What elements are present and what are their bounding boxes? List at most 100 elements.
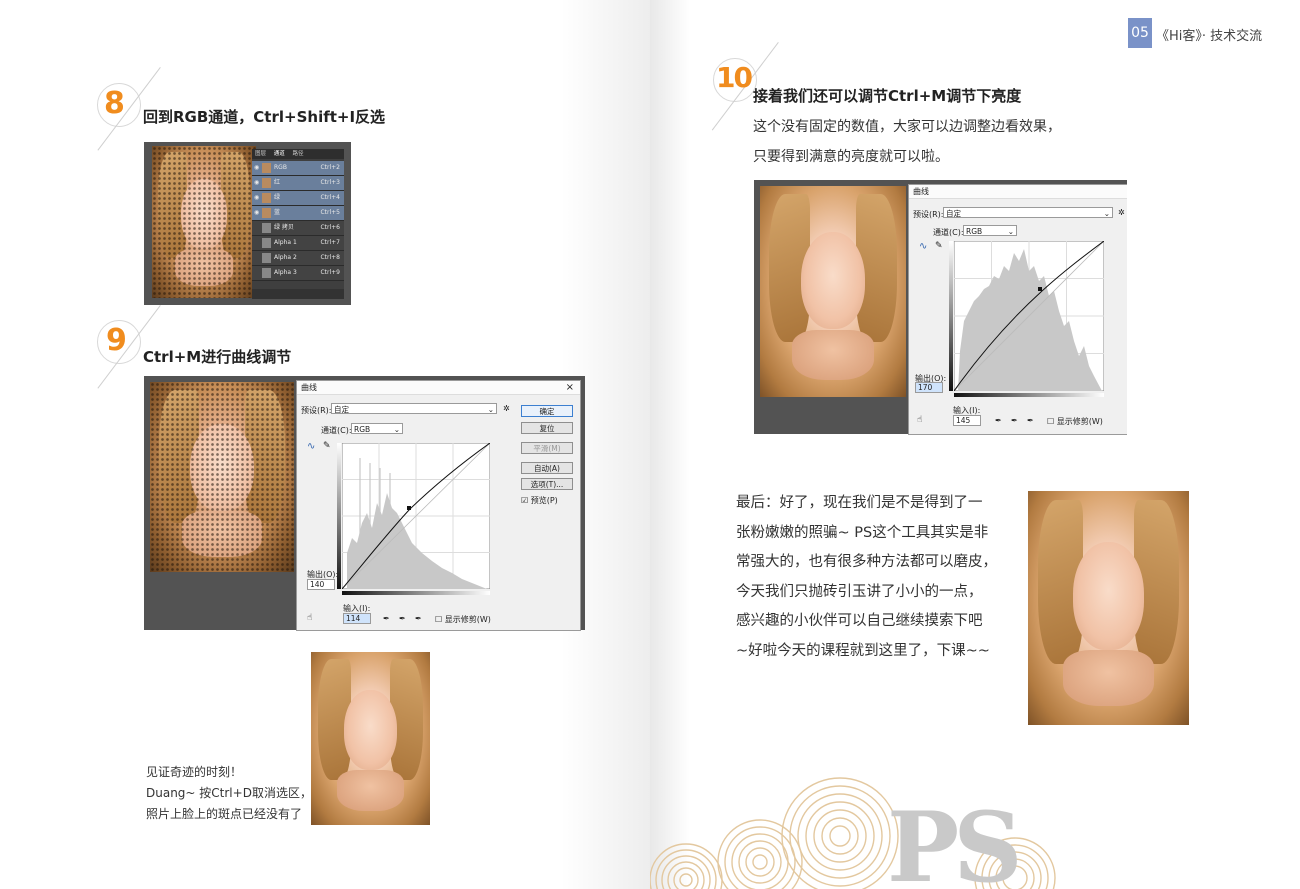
channel-row[interactable]: 绿 拷贝 Ctrl+6 (252, 221, 344, 236)
magazine-title: 《Hi客》· 技术交流 (1156, 29, 1263, 44)
chevron-down-icon: ⌄ (1007, 227, 1014, 236)
curves-dialog-2-title: 曲线 (913, 187, 929, 196)
smooth-button[interactable]: 平滑(M) (521, 442, 573, 454)
ps-logo: PS (887, 791, 1022, 889)
hand-tool-icon-2[interactable]: ☝ (917, 415, 922, 425)
pencil-icon-2[interactable]: ✎ (935, 241, 943, 251)
step-8-number: 8 (104, 86, 125, 121)
final-line-1: 最后：好了，现在我们是不是得到了一 (736, 495, 983, 511)
step-8-screenshot: 图层 通道 路径 ◉ RGB Ctrl+2 ◉ 红 Ctrl+3 ◉ 绿 Ctrl+4 ◉ 蓝 Ctr… (144, 142, 351, 305)
curve-graph[interactable] (342, 443, 490, 589)
eye-icon[interactable]: ◉ (254, 206, 259, 220)
curve-graph-2[interactable] (954, 241, 1104, 391)
channel-row[interactable]: Alpha 1 Ctrl+7 (252, 236, 344, 251)
halftone-photo (152, 146, 256, 298)
input-field-2[interactable]: 145 (953, 415, 981, 426)
tab-channels[interactable]: 通道 (274, 151, 285, 157)
caption-line-1: 见证奇迹的时刻！ (146, 765, 243, 779)
channel-row[interactable]: Alpha 3 Ctrl+9 (252, 266, 344, 281)
channel-select[interactable]: RGB ⌄ (351, 423, 403, 434)
final-line-4: 今天我们只抛砖引玉讲了小小的一点， (736, 583, 983, 600)
channel-name: Alpha 2 (274, 254, 297, 261)
channel-thumbnail (262, 238, 271, 248)
curves-dialog-2-titlebar: 曲线 (909, 185, 1127, 199)
input-gradient-bar-2 (954, 393, 1104, 397)
miracle-caption: 见证奇迹的时刻！ Duang~ 按Ctrl+D取消选区， 照片上脸上的斑点已经没… (146, 762, 312, 825)
output-gradient-bar (337, 443, 341, 589)
curves-dialog-title: 曲线 (301, 383, 317, 392)
output-field-2[interactable]: 170 (915, 382, 943, 393)
channel-name: 蓝 (274, 209, 281, 216)
eyedropper-gray-icon-2[interactable]: ✒ (1011, 416, 1018, 425)
eyedropper-black-icon[interactable]: ✒ (383, 614, 390, 623)
preview-checkbox[interactable]: ☑ 预览(P) (521, 495, 558, 506)
channel-shortcut: Ctrl+6 (320, 224, 340, 231)
step-9-number: 9 (106, 323, 127, 358)
channel-label: 通道(C): (321, 426, 352, 435)
page-number-badge: 05 (1128, 18, 1152, 48)
channel-row[interactable]: ◉ 蓝 Ctrl+5 (252, 206, 344, 221)
channels-footer (252, 289, 344, 299)
eyedropper-white-icon-2[interactable]: ✒ (1027, 416, 1034, 425)
input-field[interactable]: 114 (343, 613, 371, 624)
channel-shortcut: Ctrl+9 (320, 269, 340, 276)
eyedropper-black-icon-2[interactable]: ✒ (995, 416, 1002, 425)
channel-shortcut: Ctrl+2 (320, 164, 340, 171)
curve-point (407, 506, 411, 510)
left-page: 8 回到RGB通道，Ctrl+Shift+I反选 图层 通道 路径 ◉ RGB Ct… (0, 0, 650, 889)
channel-thumbnail (262, 193, 271, 203)
channel-label-2: 通道(C): (933, 228, 964, 237)
eyedropper-gray-icon[interactable]: ✒ (399, 614, 406, 623)
show-clipping-checkbox[interactable]: ☐ 显示修剪(W) (435, 614, 491, 625)
channel-name: RGB (274, 164, 287, 171)
tab-paths[interactable]: 路径 (293, 151, 304, 157)
channel-row[interactable]: ◉ 红 Ctrl+3 (252, 176, 344, 191)
step-10-number: 10 (716, 61, 753, 94)
channel-name: 红 (274, 179, 281, 186)
eyedropper-white-icon[interactable]: ✒ (415, 614, 422, 623)
eye-icon[interactable]: ◉ (254, 191, 259, 205)
channels-panel: 图层 通道 路径 ◉ RGB Ctrl+2 ◉ 红 Ctrl+3 ◉ 绿 Ctrl+4 ◉ 蓝 Ctr… (252, 149, 344, 299)
preset-select-2[interactable]: 自定 ⌄ (943, 207, 1113, 218)
preset-gear-icon-2[interactable]: ✲ (1118, 208, 1125, 217)
result-photo-right (1028, 491, 1189, 725)
eye-icon[interactable]: ◉ (254, 176, 259, 190)
pencil-icon[interactable]: ✎ (323, 441, 331, 451)
options-button[interactable]: 选项(T)... (521, 478, 573, 490)
final-line-2: 张粉嫩嫩的照骗~ PS这个工具其实是非 (736, 524, 989, 541)
channel-shortcut: Ctrl+3 (320, 179, 340, 186)
chevron-down-icon: ⌄ (1103, 209, 1110, 218)
tab-layers[interactable]: 图层 (255, 151, 266, 157)
curve-tool-icon[interactable]: ∿ (307, 441, 315, 452)
curves-dialog-2: 曲线 预设(R): 自定 ⌄ ✲ 通道(C): RGB ⌄ ∿ ✎ 输出(O):… (908, 184, 1127, 435)
channel-select-2[interactable]: RGB ⌄ (963, 225, 1017, 236)
show-clipping-checkbox-2[interactable]: ☐ 显示修剪(W) (1047, 416, 1103, 427)
channel-name: Alpha 1 (274, 239, 297, 246)
channel-thumbnail (262, 208, 271, 218)
curve-point-2 (1038, 287, 1042, 291)
channel-thumbnail (262, 268, 271, 278)
auto-button[interactable]: 自动(A) (521, 462, 573, 474)
eye-icon[interactable]: ◉ (254, 161, 259, 175)
halftone-photo-2 (150, 382, 294, 572)
preset-select[interactable]: 自定 ⌄ (331, 403, 497, 414)
output-field[interactable]: 140 (307, 579, 335, 590)
channel-shortcut: Ctrl+8 (320, 254, 340, 261)
close-icon[interactable]: × (566, 381, 574, 395)
step-10-line-1: 这个没有固定的数值，大家可以边调整边看效果， (753, 119, 1061, 135)
ok-button[interactable]: 确定 (521, 405, 573, 417)
curves-dialog: 曲线 × 预设(R): 自定 ⌄ ✲ 通道(C): RGB ⌄ ∿ ✎ 输出(O… (296, 380, 581, 631)
input-gradient-bar (342, 591, 490, 595)
preset-gear-icon[interactable]: ✲ (503, 404, 510, 413)
hand-tool-icon[interactable]: ☝ (307, 613, 312, 623)
step-10-screenshot: 曲线 预设(R): 自定 ⌄ ✲ 通道(C): RGB ⌄ ∿ ✎ 输出(O):… (754, 180, 1127, 435)
channel-name: 绿 拷贝 (274, 224, 294, 231)
channel-row[interactable]: ◉ 绿 Ctrl+4 (252, 191, 344, 206)
curve-tool-icon-2[interactable]: ∿ (919, 241, 927, 252)
right-page: 05 《Hi客》· 技术交流 10 接着我们还可以调节Ctrl+M调节下亮度 这… (650, 0, 1300, 889)
brightened-photo (760, 186, 906, 397)
reset-button[interactable]: 复位 (521, 422, 573, 434)
channel-row[interactable]: ◉ RGB Ctrl+2 (252, 161, 344, 176)
preset-label: 预设(R): (301, 406, 332, 415)
channel-row[interactable]: Alpha 2 Ctrl+8 (252, 251, 344, 266)
